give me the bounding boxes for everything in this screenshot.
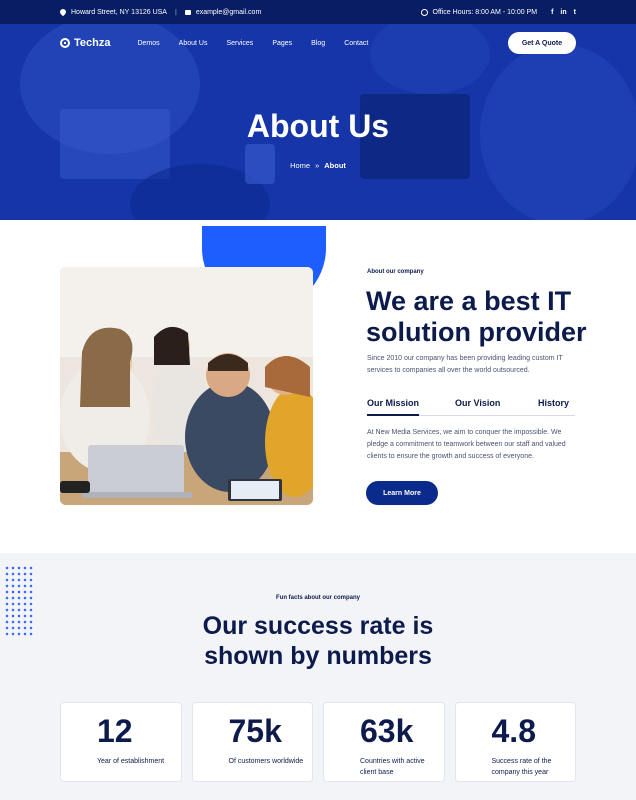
stat-card: 4.8 Success rate of the company this yea… [454,702,576,782]
nav-item-contact[interactable]: Contact [344,40,368,47]
about-heading: We are a best IT solution provider [366,286,587,347]
nav-item-blog[interactable]: Blog [311,40,325,47]
breadcrumb-current: About [324,161,346,170]
tab-content: At New Media Services, we aim to conquer… [367,429,566,460]
stat-caption: Countries with active client base [360,758,425,776]
topbar-divider: | [174,8,177,16]
nav-item-about-us[interactable]: About Us [179,40,208,47]
twitter-icon[interactable]: t [574,9,576,16]
site-logo[interactable]: Techza [60,37,110,49]
office-hours: Office Hours: 8:00 AM - 10:00 PM [420,8,538,16]
stat-card: 12 Year of establishment [60,702,182,782]
stat-value: 75k [228,713,282,749]
about-description: Since 2010 our company has been providin… [367,355,563,374]
tab-history[interactable]: History [538,398,569,408]
social-links: f in t [551,9,576,16]
stat-card: 75k Of customers worldwide [191,702,313,782]
about-tabs: Our Mission Our Vision History [367,396,575,416]
nav-item-pages[interactable]: Pages [272,40,292,47]
stat-caption: Success rate of the company this year [491,758,552,776]
breadcrumb-separator: » [315,161,320,170]
breadcrumb: Home » About [0,161,636,170]
top-info-bar: Howard Street, NY 13126 USA | example@gm… [0,0,636,24]
stat-caption: Of customers worldwide [228,758,304,765]
tab-our-mission[interactable]: Our Mission [367,398,420,416]
stat-value: 63k [360,713,414,749]
stat-value: 4.8 [491,713,536,749]
get-a-quote-button[interactable]: Get A Quote [508,32,576,54]
learn-more-button[interactable]: Learn More [366,481,438,505]
fun-facts-heading-text: Our success rate is shown by numbers [202,612,434,670]
main-navigation: Techza Demos About Us Services Pages Blo… [60,32,576,54]
fun-facts-eyebrow: Fun facts about our company [275,595,360,601]
email-text[interactable]: example@gmail.com [196,9,261,16]
mail-icon [184,9,191,15]
linkedin-icon[interactable]: in [560,9,566,16]
stat-caption: Year of establishment [97,758,165,765]
about-eyebrow: About our company [367,269,424,275]
office-hours-text: Office Hours: 8:00 AM - 10:00 PM [432,8,538,16]
stat-card: 63k Countries with active client base [323,702,445,782]
breadcrumb-home[interactable]: Home [290,161,310,170]
tab-our-vision[interactable]: Our Vision [455,398,500,408]
logo-icon [60,38,70,48]
page-title: About Us [246,108,390,144]
logo-text: Techza [74,37,111,49]
facebook-icon[interactable]: f [551,9,553,16]
nav-item-demos[interactable]: Demos [137,40,159,47]
team-illustration [60,267,313,505]
page-hero: Techza Demos About Us Services Pages Blo… [0,24,636,220]
address-text: Howard Street, NY 13126 USA [71,8,167,16]
nav-menu: Demos About Us Services Pages Blog Conta… [137,40,368,47]
email[interactable]: example@gmail.com [184,9,261,16]
stat-value: 12 [97,713,133,749]
location-pin-icon [58,7,68,17]
clock-icon [420,8,428,16]
fun-facts-heading: Our success rate is shown by numbers [0,611,636,671]
address: Howard Street, NY 13126 USA [58,7,167,17]
stat-cards: 12 Year of establishment 75k Of customer… [60,702,576,782]
team-photo [60,267,313,505]
nav-item-services[interactable]: Services [226,40,253,47]
